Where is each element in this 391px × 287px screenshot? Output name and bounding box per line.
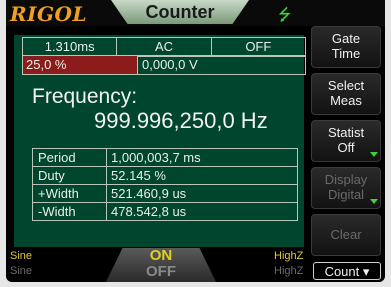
top-bar: RIGOL Counter ⭍ <box>6 0 385 26</box>
channel2-impedance: HighZ <box>274 265 304 277</box>
table-row: Duty 52.145 % <box>33 167 297 185</box>
menu-label: Statist <box>327 125 365 140</box>
stat-label: +Width <box>33 185 107 202</box>
chevron-down-icon: ▾ <box>362 264 370 279</box>
settings-row: 1.310ms AC OFF <box>22 37 306 57</box>
menu-label: Time <box>331 46 361 61</box>
stat-label: -Width <box>33 203 107 220</box>
coupling-value: AC <box>117 38 212 56</box>
count-button[interactable]: Count ▾ <box>313 262 381 280</box>
output-state: ON OFF <box>106 248 216 282</box>
select-meas-button[interactable]: Select Meas <box>311 73 381 115</box>
channel1-impedance: HighZ <box>274 250 304 262</box>
submenu-indicator-icon <box>370 199 378 204</box>
mode-title: Counter <box>145 2 215 22</box>
stats-table: Period 1,000,003,7 ms Duty 52.145 % +Wid… <box>32 148 298 221</box>
channel2-waveform: Sine <box>10 265 33 277</box>
measurement-panel: 1.310ms AC OFF 25,0 % 0,000,0 V Frequenc… <box>14 35 306 247</box>
table-row: -Width 478.542,8 us <box>33 203 297 220</box>
stat-value: 1,000,003,7 ms <box>111 150 201 165</box>
filter-value: OFF <box>245 39 272 54</box>
menu-label: Clear <box>330 227 362 242</box>
stat-value: 52.145 % <box>111 168 166 183</box>
trigger-level-value: 0,000,0 V <box>142 57 198 72</box>
output-off: OFF <box>146 263 176 280</box>
count-button-label: Count <box>324 264 360 279</box>
usb-icon: ⭍ <box>278 7 292 24</box>
duty-bar: 25,0 % <box>23 56 138 74</box>
statist-button[interactable]: Statist Off <box>311 120 381 162</box>
menu-label: Display <box>324 172 368 187</box>
stat-label: Duty <box>33 167 107 184</box>
bottom-status: Sine Sine ON OFF HighZ HighZ <box>6 248 306 282</box>
menu-label: Meas <box>330 93 362 108</box>
output-on: ON <box>149 247 173 264</box>
mode-title-tab: Counter <box>111 0 249 24</box>
menu-label: Gate <box>331 31 361 46</box>
submenu-indicator-icon <box>370 152 378 157</box>
brand-logo: RIGOL <box>10 2 88 26</box>
stat-label: Period <box>33 149 107 166</box>
trigger-row: 25,0 % 0,000,0 V <box>22 55 306 75</box>
display-digital-button[interactable]: Display Digital <box>311 167 381 209</box>
gate-time-button[interactable]: Gate Time <box>311 26 381 68</box>
clear-button[interactable]: Clear <box>311 214 381 256</box>
frequency-label: Frequency: <box>32 85 138 108</box>
stat-value: 478.542,8 us <box>111 204 187 219</box>
channel1-waveform: Sine <box>10 250 33 262</box>
menu-label: Select <box>327 78 365 93</box>
frequency-value: 999.996,250,0 Hz <box>94 108 268 133</box>
stat-value: 521.460,9 us <box>111 186 187 201</box>
table-row: Period 1,000,003,7 ms <box>33 149 297 167</box>
gate-time-value: 1.310ms <box>23 38 118 56</box>
table-row: +Width 521.460,9 us <box>33 185 297 203</box>
instrument-screen: RIGOL Counter ⭍ 1.310ms AC OFF 25,0 % 0,… <box>6 0 385 282</box>
